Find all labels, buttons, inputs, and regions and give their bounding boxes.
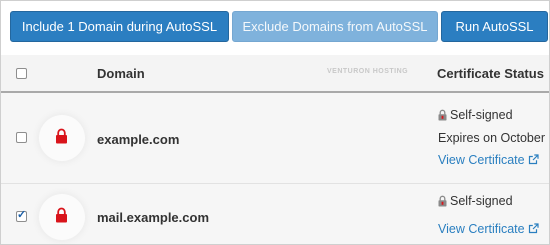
- expiry-text: Expires on October: [438, 131, 545, 145]
- select-all-checkbox[interactable]: [16, 68, 27, 79]
- external-link-icon: [528, 154, 539, 165]
- view-certificate-link[interactable]: View Certificate: [438, 222, 539, 236]
- view-certificate-link[interactable]: View Certificate: [438, 153, 539, 167]
- include-domain-button[interactable]: Include 1 Domain during AutoSSL: [10, 11, 229, 42]
- autossl-panel: Include 1 Domain during AutoSSL Exclude …: [0, 0, 550, 245]
- watermark: VENTURON HOSTING: [327, 68, 409, 75]
- certificate-status-column-header[interactable]: Certificate Status: [437, 66, 544, 81]
- external-link-icon: [528, 223, 539, 234]
- mini-lock-icon: [438, 109, 447, 121]
- table-header: Domain VENTURON HOSTING Certificate Stat…: [1, 55, 549, 93]
- domain-column-header[interactable]: Domain: [97, 66, 145, 81]
- certificate-status: Self-signed: [438, 194, 513, 208]
- lock-icon: [56, 128, 67, 144]
- domain-name: mail.example.com: [97, 210, 209, 225]
- lock-icon: [56, 207, 67, 223]
- checkmark-icon: ✓: [17, 209, 27, 221]
- exclude-domains-button[interactable]: Exclude Domains from AutoSSL: [232, 11, 438, 42]
- row-checkbox[interactable]: ✓: [16, 209, 27, 222]
- run-autossl-button[interactable]: Run AutoSSL: [441, 11, 548, 42]
- table-row: ✓ mail.example.com Self-signed View Cert…: [1, 184, 549, 244]
- row-checkbox[interactable]: [16, 132, 27, 143]
- domain-name: example.com: [97, 132, 180, 147]
- certificate-status: Self-signed: [438, 108, 513, 122]
- status-text: Self-signed: [450, 108, 513, 122]
- lock-badge: [39, 194, 85, 240]
- table-row: example.com Self-signed Expires on Octob…: [1, 93, 549, 184]
- status-text: Self-signed: [450, 194, 513, 208]
- view-certificate-label: View Certificate: [438, 153, 525, 167]
- lock-badge: [39, 115, 85, 161]
- mini-lock-icon: [438, 195, 447, 207]
- view-certificate-label: View Certificate: [438, 222, 525, 236]
